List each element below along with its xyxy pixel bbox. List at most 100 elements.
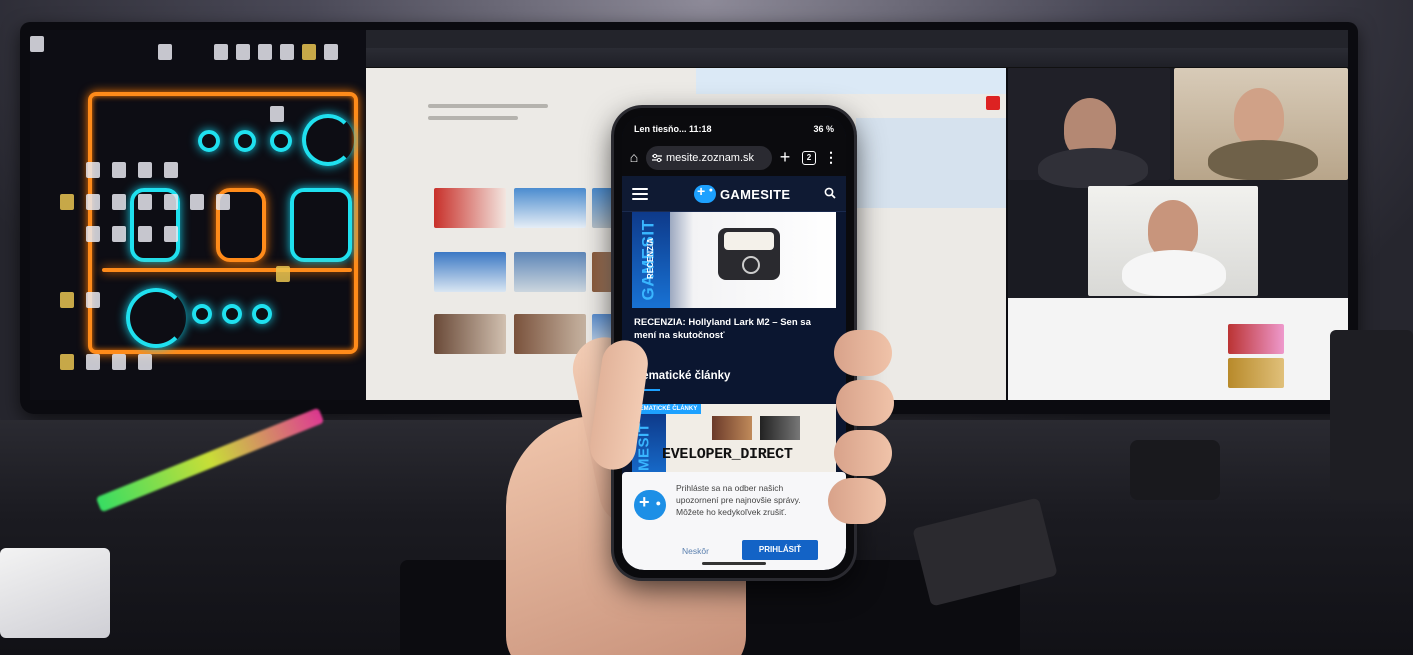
desktop-file-icon[interactable] (86, 354, 100, 370)
desk-gadget (1130, 440, 1220, 500)
status-bar: Len tiesňo... 11:18 36 % (622, 116, 846, 140)
neon-dot (192, 304, 212, 324)
tabs-icon[interactable]: 2 (802, 151, 816, 165)
card-thumbnail (760, 416, 800, 440)
desktop-file-icon[interactable] (30, 36, 44, 52)
desktop-folder-icon[interactable] (60, 292, 74, 308)
desktop-app-icon[interactable] (302, 44, 316, 60)
phone-screen: Len tiesňo... 11:18 36 % ⌂ mesite.zoznam… (622, 116, 846, 570)
tune-icon[interactable] (652, 153, 662, 163)
subscribe-button[interactable]: PRIHLÁSIŤ (742, 540, 818, 560)
desktop-file-icon[interactable] (164, 162, 178, 178)
desktop-app-icon[interactable] (324, 44, 338, 60)
close-icon[interactable] (986, 96, 1000, 110)
card-headline: EVELOPER_DIRECT (662, 446, 793, 463)
card-tag: TEMATICKÉ ČLÁNKY (632, 404, 702, 414)
desktop-file-icon[interactable] (270, 106, 284, 122)
hero-vertical-label: RECENZIA (645, 238, 655, 279)
address-field[interactable]: mesite.zoznam.sk (646, 146, 772, 170)
desktop-file-icon[interactable] (138, 226, 152, 242)
participant (1208, 140, 1318, 180)
notification-prompt: Prihláste sa na odber našich upozornení … (622, 472, 846, 570)
desktop-file-icon[interactable] (138, 194, 152, 210)
desktop-app-icon[interactable] (236, 44, 250, 60)
browser-toolbar (366, 48, 1348, 68)
kebab-icon[interactable]: ⋮ (824, 148, 838, 166)
desktop-app-icon[interactable] (158, 44, 172, 60)
desktop-file-icon[interactable] (216, 194, 230, 210)
white-device (0, 548, 110, 638)
desktop-file-icon[interactable] (138, 354, 152, 370)
photo-scene: Len tiesňo... 11:18 36 % ⌂ mesite.zoznam… (0, 0, 1413, 655)
plus-icon[interactable]: + (776, 146, 794, 168)
neon-pacman (302, 114, 354, 166)
desktop-file-icon[interactable] (112, 162, 126, 178)
hero-vertical-band: GAMESIT RECENZIA (632, 212, 670, 308)
text-line (428, 104, 548, 108)
desktop-file-icon[interactable] (164, 194, 178, 210)
finger (834, 330, 892, 376)
desktop-file-icon[interactable] (86, 162, 100, 178)
thumbnail[interactable] (1228, 324, 1284, 354)
desktop-file-icon[interactable] (164, 226, 178, 242)
later-button[interactable]: Neskôr (682, 546, 709, 556)
card-thumbnail (712, 416, 752, 440)
url-text: mesite.zoznam.sk (666, 152, 755, 164)
logo-text: GAMESITE (720, 186, 791, 202)
site-logo[interactable]: GAMESITE (694, 183, 791, 204)
neon-dot (252, 304, 272, 324)
desktop-file-icon[interactable] (138, 162, 152, 178)
participant (1038, 148, 1148, 188)
desktop-file-icon[interactable] (190, 194, 204, 210)
desktop-folder-icon[interactable] (276, 266, 290, 282)
neon-dot (198, 130, 220, 152)
status-carrier-time: Len tiesňo... 11:18 (634, 124, 712, 134)
thumbnail[interactable] (434, 252, 506, 292)
desktop-file-icon[interactable] (86, 226, 100, 242)
thumbnail[interactable] (434, 188, 506, 228)
side-panel-header (696, 68, 1006, 94)
menu-icon[interactable] (632, 188, 648, 200)
article-title[interactable]: RECENZIA: Hollyland Lark M2 – Sen sa men… (634, 316, 834, 342)
home-indicator (702, 562, 766, 565)
neon-pacman (126, 288, 186, 348)
browser-url-bar: ⌂ mesite.zoznam.sk + 2 ⋮ (622, 140, 846, 176)
thumbnail[interactable] (514, 252, 586, 292)
hero-article-image[interactable]: GAMESIT RECENZIA (632, 212, 836, 308)
desktop-folder-icon[interactable] (60, 194, 74, 210)
desktop-file-icon[interactable] (112, 194, 126, 210)
desktop-file-icon[interactable] (112, 226, 126, 242)
gamesite-logo-icon (694, 183, 716, 203)
desktop-folder-icon[interactable] (60, 354, 74, 370)
participant (1234, 88, 1284, 146)
desktop-file-icon[interactable] (86, 194, 100, 210)
thumbnail[interactable] (1228, 358, 1284, 388)
desktop-file-icon[interactable] (86, 292, 100, 308)
text-line (428, 116, 518, 120)
product-image (718, 228, 780, 280)
neon-dot (270, 130, 292, 152)
notification-text: Prihláste sa na odber našich upozornení … (676, 483, 801, 517)
desktop-wallpaper-pane (30, 30, 366, 400)
desktop-app-icon[interactable] (258, 44, 272, 60)
desktop-app-icon[interactable] (280, 44, 294, 60)
thumbnail[interactable] (434, 314, 506, 354)
participant (1122, 250, 1226, 296)
neon-dot (234, 130, 256, 152)
fingers (828, 330, 894, 530)
home-icon[interactable]: ⌂ (626, 149, 642, 165)
section-title: Tematické články (636, 370, 731, 382)
neon-dot (222, 304, 242, 324)
search-icon[interactable] (824, 187, 836, 199)
finger (836, 380, 894, 426)
site-header: GAMESITE (622, 176, 846, 212)
desktop-file-icon[interactable] (112, 354, 126, 370)
neon-line (102, 268, 352, 272)
finger (828, 478, 886, 524)
desktop-app-icon[interactable] (214, 44, 228, 60)
browser-tabstrip (366, 30, 1348, 48)
video-call-pane (1008, 68, 1348, 400)
thumbnail[interactable] (514, 188, 586, 228)
gamesite-logo-icon (634, 490, 666, 520)
finger (834, 430, 892, 476)
